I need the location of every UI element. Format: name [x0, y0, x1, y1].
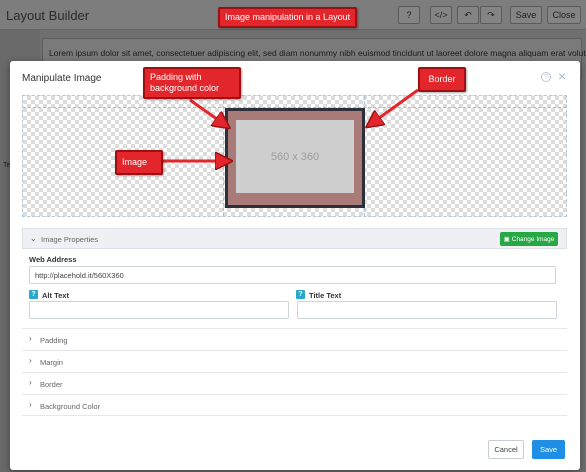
background-color-label: Background Color	[40, 402, 101, 411]
margin-section[interactable]: › Margin	[22, 350, 567, 372]
top-annotation: Image manipulation in a Layout	[218, 7, 358, 28]
guide-line	[223, 96, 224, 216]
help-button[interactable]: ?	[398, 6, 420, 24]
alt-text-label: Alt Text	[42, 291, 69, 300]
chevron-right-icon: ›	[29, 378, 32, 387]
app-save-button[interactable]: Save	[510, 6, 542, 24]
redo-icon: ↷	[487, 9, 495, 20]
save-button[interactable]: Save	[532, 440, 565, 459]
padding-annotation: Padding with background color	[143, 67, 241, 99]
divider	[22, 415, 567, 416]
undo-button[interactable]: ↶	[457, 6, 479, 24]
undo-icon: ↶	[464, 9, 472, 20]
image-preview: 560 x 360	[22, 95, 567, 217]
app-close-button[interactable]: Close	[547, 6, 581, 24]
border-label: Border	[40, 380, 63, 389]
alt-text-input[interactable]	[29, 301, 289, 319]
image-properties-header[interactable]: ⌄ Image Properties ▣ Change Image	[22, 228, 567, 249]
title-text-help-icon[interactable]: ?	[296, 290, 305, 299]
help-icon[interactable]: ?	[541, 72, 551, 82]
placeholder-image[interactable]: 560 x 360	[236, 120, 354, 193]
app-title: Layout Builder	[6, 8, 90, 23]
border-annotation: Border	[418, 67, 466, 92]
chevron-right-icon: ›	[29, 334, 32, 343]
redo-button[interactable]: ↷	[480, 6, 502, 24]
code-view-button[interactable]: </>	[430, 6, 452, 24]
chevron-right-icon: ›	[29, 400, 32, 409]
border-section[interactable]: › Border	[22, 372, 567, 394]
web-address-input[interactable]: http://placehold.it/560X360	[29, 266, 556, 284]
background-color-section[interactable]: › Background Color	[22, 394, 567, 416]
alt-text-help-icon[interactable]: ?	[29, 290, 38, 299]
close-icon[interactable]: ×	[558, 68, 566, 84]
margin-label: Margin	[40, 358, 63, 367]
image-border-box[interactable]: 560 x 360	[225, 108, 365, 208]
cancel-button[interactable]: Cancel	[488, 440, 524, 459]
image-icon: ▣	[503, 236, 510, 243]
change-image-button[interactable]: ▣ Change Image	[500, 232, 558, 246]
image-annotation: Image	[115, 150, 163, 175]
chevron-down-icon: ⌄	[30, 234, 37, 243]
modal-title: Manipulate Image	[22, 73, 102, 84]
title-text-input[interactable]	[297, 301, 557, 319]
web-address-label: Web Address	[29, 255, 77, 264]
padding-section[interactable]: › Padding	[22, 328, 567, 350]
title-text-label: Title Text	[309, 291, 342, 300]
manipulate-image-modal: Manipulate Image ? × 560 x 360 ⌄ Image P…	[10, 61, 580, 470]
image-properties-label: Image Properties	[41, 235, 99, 244]
lorem-text: Lorem ipsum dolor sit amet, consectetuer…	[49, 48, 586, 58]
change-image-label: Change Image	[511, 235, 555, 243]
chevron-right-icon: ›	[29, 356, 32, 365]
padding-label: Padding	[40, 336, 68, 345]
